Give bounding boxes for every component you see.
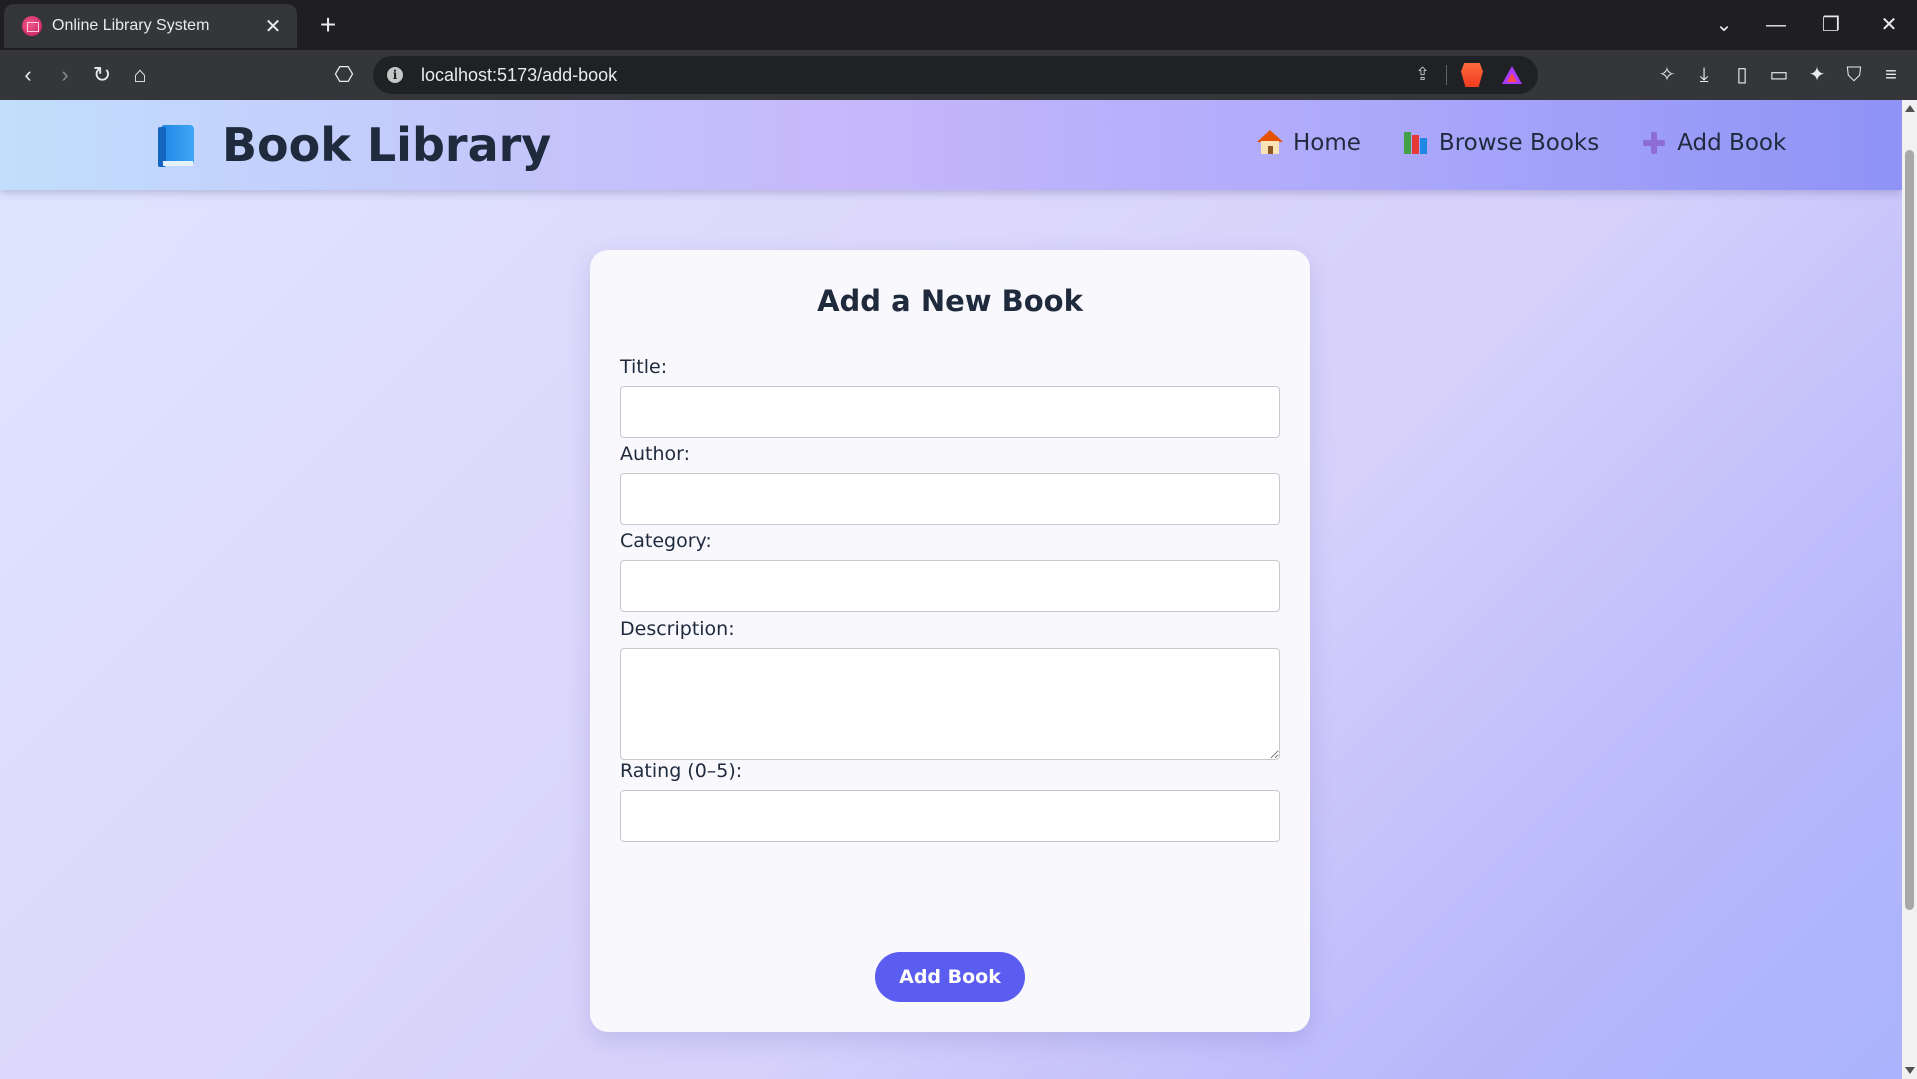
share-icon[interactable]: ⇪ — [1415, 64, 1430, 85]
menu-icon[interactable]: ≡ — [1878, 62, 1904, 88]
blue-book-icon — [158, 123, 194, 167]
scroll-down-arrow-icon[interactable] — [1905, 1067, 1915, 1074]
tab-title: Online Library System — [52, 17, 210, 34]
vpn-icon[interactable]: ⛉ — [1841, 62, 1867, 88]
description-label: Description: — [620, 618, 735, 640]
new-tab-button[interactable]: + — [312, 8, 344, 42]
extensions-icon[interactable]: ✧ — [1654, 62, 1680, 88]
plus-icon — [1641, 130, 1667, 156]
back-icon[interactable]: ‹ — [12, 59, 44, 91]
url-text[interactable]: localhost:5173/add-book — [421, 65, 617, 86]
home-icon[interactable]: ⌂ — [124, 59, 156, 91]
add-book-form-card: Add a New Book Title: Author: Category: … — [590, 250, 1310, 1032]
tab-list-dropdown-icon[interactable]: ⌄ — [1704, 8, 1744, 42]
add-book-button[interactable]: Add Book — [875, 952, 1025, 1002]
browser-tab[interactable]: Online Library System ✕ — [4, 4, 297, 48]
page-viewport: Book Library Home Browse Books Add Book … — [0, 100, 1917, 1079]
downloads-icon[interactable]: ⤓ — [1691, 62, 1717, 88]
nav-browse-books-label: Browse Books — [1438, 130, 1600, 156]
nav-home[interactable]: Home — [1257, 130, 1361, 156]
description-textarea[interactable] — [620, 648, 1280, 760]
browser-toolbar: ‹ › ↻ ⌂ ⎔ i localhost:5173/add-book ⇪ ✧ … — [0, 50, 1917, 100]
rating-input[interactable] — [620, 790, 1280, 842]
close-window-icon[interactable]: ✕ — [1869, 8, 1909, 42]
rating-label: Rating (0–5): — [620, 760, 743, 782]
page-scrollbar[interactable] — [1902, 100, 1917, 1079]
scroll-up-arrow-icon[interactable] — [1905, 105, 1915, 112]
address-bar[interactable]: i localhost:5173/add-book ⇪ — [373, 56, 1538, 94]
nav-add-book-label: Add Book — [1677, 130, 1787, 156]
brand-title: Book Library — [222, 118, 552, 172]
reload-icon[interactable]: ↻ — [86, 59, 118, 91]
main-nav: Home Browse Books Add Book — [1257, 130, 1786, 156]
nav-browse-books[interactable]: Browse Books — [1403, 130, 1599, 156]
sidebar-icon[interactable]: ▯ — [1729, 62, 1755, 88]
bookmark-icon[interactable]: ⎔ — [328, 59, 360, 91]
nav-add-book[interactable]: Add Book — [1641, 130, 1786, 156]
site-header: Book Library Home Browse Books Add Book — [0, 100, 1902, 190]
library-favicon-icon — [22, 16, 42, 36]
category-label: Category: — [620, 530, 712, 552]
form-heading: Add a New Book — [817, 284, 1083, 318]
restore-window-icon[interactable]: ❐ — [1811, 8, 1851, 42]
house-icon — [1257, 130, 1283, 156]
author-label: Author: — [620, 443, 691, 465]
minimize-window-icon[interactable]: — — [1756, 8, 1796, 42]
scrollbar-thumb[interactable] — [1905, 150, 1914, 910]
brave-shields-icon[interactable] — [1461, 63, 1483, 87]
brave-rewards-icon[interactable] — [1502, 66, 1522, 84]
wallet-icon[interactable]: ▭ — [1766, 62, 1792, 88]
author-input[interactable] — [620, 473, 1280, 525]
site-info-icon[interactable]: i — [387, 67, 403, 83]
forward-icon[interactable]: › — [49, 59, 81, 91]
browser-tab-bar: Online Library System ✕ + ⌄ — ❐ ✕ — [0, 0, 1917, 50]
title-label: Title: — [620, 356, 668, 378]
brand[interactable]: Book Library — [158, 118, 551, 172]
tab-close-icon[interactable]: ✕ — [263, 14, 283, 39]
category-input[interactable] — [620, 560, 1280, 612]
omnibox-divider — [1446, 65, 1447, 85]
books-icon — [1403, 130, 1429, 156]
title-input[interactable] — [620, 386, 1280, 438]
nav-home-label: Home — [1293, 130, 1361, 156]
leo-ai-icon[interactable]: ✦ — [1804, 62, 1830, 88]
